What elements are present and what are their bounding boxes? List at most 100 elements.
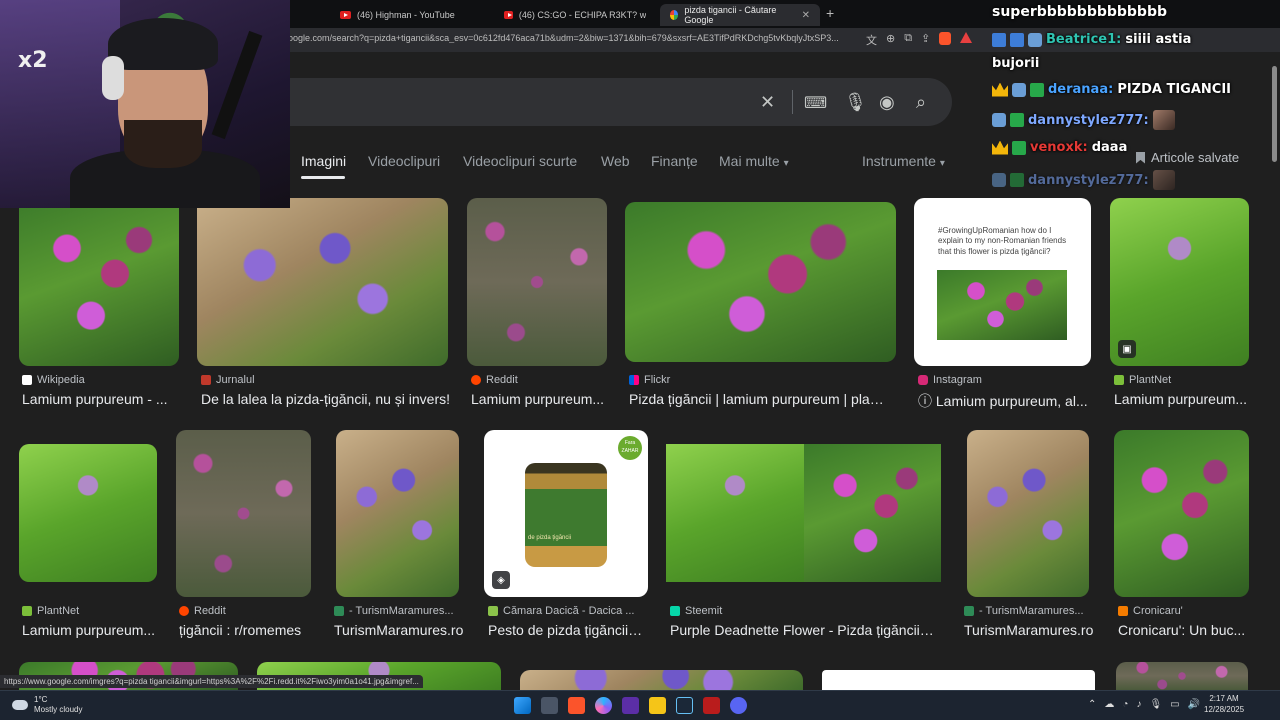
result-thumbnail[interactable] bbox=[625, 202, 896, 362]
tab-title: pizda tigancii - Căutare Google bbox=[684, 5, 777, 25]
tab-web[interactable]: Web bbox=[601, 153, 630, 169]
new-tab-button[interactable]: + bbox=[826, 5, 834, 21]
result-caption[interactable]: Lamium purpureum... bbox=[22, 622, 157, 638]
badge-icon bbox=[1028, 32, 1042, 47]
tools-button[interactable]: Instrumente ▾ bbox=[862, 153, 945, 169]
result-thumbnail-partial[interactable] bbox=[520, 670, 803, 690]
search-box[interactable]: ✕ ⌨ 🎙 ◉ ⌕ bbox=[220, 78, 952, 126]
microphone-icon[interactable]: 🎙 bbox=[1149, 699, 1162, 710]
result-caption[interactable]: Lamium purpureum... bbox=[471, 391, 607, 407]
result-thumbnail[interactable] bbox=[19, 444, 157, 582]
tab-title: (46) CS:GO - ECHIPA R3KT? w/ Maxsk bbox=[518, 10, 646, 20]
tab-images[interactable]: Imagini bbox=[301, 153, 346, 169]
result-source: Instagram bbox=[918, 374, 982, 386]
brave-icon[interactable] bbox=[568, 697, 585, 714]
result-source: Flickr bbox=[629, 374, 670, 386]
app-icon[interactable] bbox=[595, 697, 612, 714]
result-thumbnail[interactable] bbox=[336, 430, 459, 597]
taskbar-apps bbox=[514, 697, 747, 714]
brave-rewards-icon[interactable] bbox=[960, 32, 973, 43]
plantnet-icon bbox=[1114, 375, 1124, 385]
browser-tab-active[interactable]: pizda tigancii - Căutare Google ✕ bbox=[660, 4, 820, 26]
result-source: Reddit bbox=[179, 605, 226, 617]
result-thumbnail[interactable] bbox=[666, 444, 941, 582]
cloud-sync-icon[interactable]: ☁ bbox=[1104, 699, 1114, 710]
close-tab-icon[interactable]: ✕ bbox=[802, 10, 810, 21]
result-thumbnail[interactable] bbox=[967, 430, 1089, 597]
result-source: Reddit bbox=[471, 374, 518, 386]
source-name: Jurnalul bbox=[216, 374, 255, 386]
tab-short-videos[interactable]: Videoclipuri scurte bbox=[463, 153, 577, 169]
keyboard-icon[interactable]: ⌨ bbox=[804, 93, 827, 113]
discord-icon[interactable] bbox=[730, 697, 747, 714]
browser-tab[interactable]: (46) Highman - YouTube bbox=[330, 4, 490, 26]
instagram-icon bbox=[918, 375, 928, 385]
result-caption[interactable]: ⓘ Lamium purpureum, al... bbox=[918, 391, 1090, 411]
start-icon[interactable] bbox=[514, 697, 531, 714]
steam-icon[interactable] bbox=[676, 697, 693, 714]
result-thumbnail[interactable]: ▣ bbox=[1110, 198, 1249, 366]
source-name: Reddit bbox=[194, 605, 226, 617]
result-thumbnail[interactable] bbox=[467, 198, 607, 366]
source-name: Wikipedia bbox=[37, 374, 85, 386]
brave-shield-icon[interactable] bbox=[939, 32, 952, 45]
result-caption[interactable]: Pesto de pizda țigăncii ... bbox=[488, 622, 643, 638]
wikipedia-icon bbox=[22, 375, 32, 385]
network-icon[interactable]: ◔ bbox=[1122, 699, 1128, 710]
source-name: Reddit bbox=[486, 374, 518, 386]
windows-taskbar: 1°C Mostly cloudy ⌃ ☁ ◔ ♪ 🎙 ▭ 🔊 2:17 AM bbox=[0, 690, 1280, 720]
camera-icon[interactable]: ◉ bbox=[879, 92, 895, 113]
result-thumbnail[interactable] bbox=[19, 198, 179, 366]
result-caption[interactable]: Lamium purpureum - ... bbox=[22, 391, 182, 407]
source-name: Cămara Dacică - Dacica ... bbox=[503, 605, 635, 617]
cloud-icon bbox=[12, 699, 28, 710]
chat-message: dannystylez777: bbox=[992, 110, 1175, 130]
result-source: Cronicaru' bbox=[1118, 605, 1183, 617]
clear-search-icon[interactable]: ✕ bbox=[760, 92, 775, 113]
translate-icon[interactable]: 文 bbox=[866, 32, 877, 48]
result-thumbnail[interactable] bbox=[197, 198, 448, 366]
browser-tab[interactable]: (46) CS:GO - ECHIPA R3KT? w/ Maxsk bbox=[494, 4, 656, 26]
result-thumbnail[interactable] bbox=[1114, 430, 1249, 597]
result-caption[interactable]: TurismMaramures.ro bbox=[964, 622, 1094, 638]
obs-icon[interactable] bbox=[622, 697, 639, 714]
search-icon[interactable]: ⌕ bbox=[916, 92, 926, 113]
result-thumbnail[interactable]: #GrowingUpRomanian how do I explain to m… bbox=[914, 198, 1091, 366]
result-caption[interactable]: TurismMaramures.ro bbox=[334, 622, 464, 638]
microphone-icon[interactable]: 🎙 bbox=[844, 92, 867, 113]
active-tab-indicator bbox=[301, 176, 345, 179]
speaker-icon[interactable]: 🔊 bbox=[1188, 699, 1200, 710]
tab-more[interactable]: Mai multe ▾ bbox=[719, 153, 789, 169]
task-view-icon[interactable] bbox=[541, 697, 558, 714]
crown-badge-icon bbox=[992, 140, 1008, 155]
weather-widget[interactable]: 1°C Mostly cloudy bbox=[12, 695, 82, 714]
result-caption[interactable]: Pizda țigăncii | lamium purpureum | plan… bbox=[629, 391, 891, 407]
result-thumbnail[interactable]: de pizda țigăncii Fara ZAHAR ◈ bbox=[484, 430, 648, 597]
turismmaramures-icon bbox=[964, 606, 974, 616]
result-caption[interactable]: țigăncii : r/romemes bbox=[179, 622, 311, 638]
shield-icon[interactable] bbox=[703, 697, 720, 714]
volume-icon[interactable]: ♪ bbox=[1136, 699, 1141, 710]
camara-dacica-icon bbox=[488, 606, 498, 616]
result-caption[interactable]: Purple Deadnette Flower - Pizda țigăncii… bbox=[670, 622, 935, 638]
result-caption[interactable]: De la lalea la pizda-țigăncii, nu și inv… bbox=[201, 391, 451, 407]
result-caption[interactable]: Cronicaru': Un buc... bbox=[1118, 622, 1248, 638]
chevron-down-icon: ▾ bbox=[939, 158, 945, 169]
file-explorer-icon[interactable] bbox=[649, 697, 666, 714]
tab-finance[interactable]: Finanțe bbox=[651, 153, 698, 169]
taskbar-clock[interactable]: 2:17 AM 12/28/2025 bbox=[1204, 694, 1244, 716]
chevron-up-icon[interactable]: ⌃ bbox=[1088, 699, 1096, 710]
share-icon[interactable]: ⇪ bbox=[921, 32, 930, 48]
result-thumbnail-partial[interactable] bbox=[822, 670, 1095, 690]
zoom-icon[interactable]: ⊕ bbox=[886, 32, 895, 48]
plantnet-icon bbox=[22, 606, 32, 616]
open-tab-icon[interactable]: ⧉ bbox=[904, 32, 912, 48]
result-caption[interactable]: Lamium purpureum... bbox=[1114, 391, 1250, 407]
result-thumbnail-partial[interactable] bbox=[1116, 662, 1248, 690]
tab-videos[interactable]: Videoclipuri bbox=[368, 153, 440, 169]
wifi-icon[interactable]: ▭ bbox=[1170, 699, 1179, 710]
reddit-icon bbox=[179, 606, 189, 616]
address-bar[interactable]: oogle.com/search?q=pizda+tigancii&sca_es… bbox=[288, 33, 858, 43]
result-thumbnail[interactable] bbox=[176, 430, 311, 597]
reddit-icon bbox=[471, 375, 481, 385]
